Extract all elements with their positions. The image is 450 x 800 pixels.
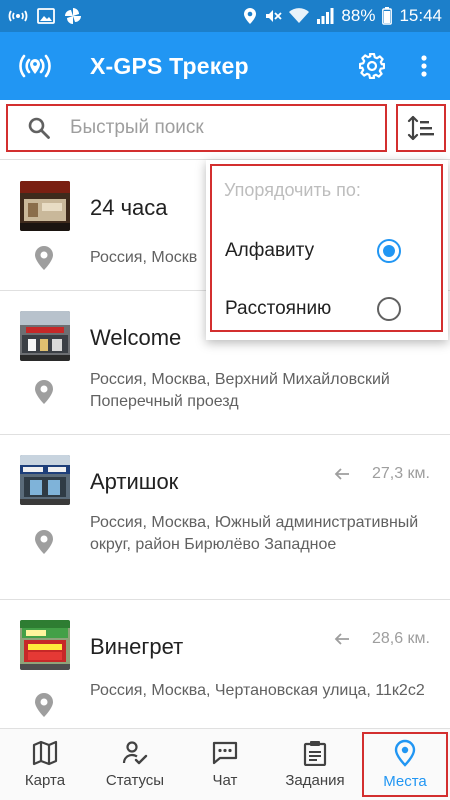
distance-value: 27,3 км. [371,465,430,482]
sort-option-label: Алфавиту [225,240,315,261]
chat-icon [212,741,238,765]
distance-readout: 27,3 км. [334,465,430,483]
status-bar: 88% 15:44 [0,0,450,32]
search-row [0,100,450,160]
pinwheel-notification-icon [64,7,82,25]
place-photo [20,620,70,670]
place-name: Винегрет [90,634,184,659]
nav-highlight [362,732,448,797]
sort-option-label: Расстоянию [225,298,332,319]
place-name: Welcome [90,325,182,350]
tasks-icon [303,741,327,766]
place-address: Россия, Москва, Чертановская улица, 11к2… [90,682,425,699]
sort-menu: Упорядочить по: Алфавиту Расстоянию [206,160,448,340]
list-item[interactable]: Винегрет 28,6 км. Россия, Москва, Чертан… [0,600,450,728]
nav-tab-statuses[interactable]: Статусы [90,729,180,800]
nav-tab-places[interactable]: Места [360,729,450,800]
place-address: Россия, Москва, Верхний Михайловский Поп… [90,371,390,410]
place-photo [20,311,70,361]
location-pin-icon [35,246,53,270]
search-icon [14,116,64,140]
list-item[interactable]: Артишок 27,3 км. Россия, Москва, Южный а… [0,435,450,600]
statuses-icon [122,741,148,765]
radio-unselected[interactable] [377,297,401,321]
nav-tab-map[interactable]: Карта [0,729,90,800]
broadcast-location-icon[interactable] [0,32,70,100]
arrow-left-icon [334,468,349,480]
place-name: 24 часа [90,195,168,220]
sort-option-alphabet[interactable]: Алфавиту [206,224,448,278]
nav-label: Задания [285,772,345,789]
place-name: Артишок [90,469,179,494]
battery-icon [382,7,393,25]
place-photo [20,455,70,505]
mute-status-icon [264,7,283,25]
place-address: Россия, Москва, Южный административный о… [90,514,419,553]
quick-search-box[interactable] [6,104,387,152]
location-pin-icon [35,530,53,554]
place-photo [20,181,70,231]
nav-label: Карта [24,772,66,789]
hotspot-status-icon [8,8,28,24]
nav-tab-tasks[interactable]: Задания [270,729,360,800]
location-pin-icon [35,693,53,717]
nav-label: Чат [212,772,238,789]
location-status-icon [243,7,257,25]
signal-status-icon [316,8,334,24]
sort-button[interactable] [396,104,446,152]
more-vertical-icon [421,55,427,77]
gear-icon [359,53,385,79]
sort-order-icon [407,115,434,141]
map-icon [32,740,58,766]
app-title: X-GPS Трекер [90,52,249,79]
location-pin-icon [35,380,53,404]
nav-tab-chat[interactable]: Чат [180,729,270,800]
quick-search-input[interactable] [64,117,385,139]
arrow-left-icon [334,633,349,645]
bottom-navigation: Карта Статусы Чат Задания Места [0,728,450,800]
wifi-status-icon [289,8,310,24]
distance-readout: 28,6 км. [334,630,430,648]
status-time: 15:44 [399,6,442,25]
sort-menu-header: Упорядочить по: [224,180,361,200]
overflow-menu-button[interactable] [398,32,450,100]
settings-button[interactable] [346,32,398,100]
app-bar: X-GPS Трекер [0,32,450,100]
distance-value: 28,6 км. [371,630,430,647]
sort-option-distance[interactable]: Расстоянию [206,282,448,336]
nav-label: Статусы [105,772,165,789]
radio-selected[interactable] [377,239,401,263]
image-notification-icon [37,8,55,24]
battery-percent: 88% [341,6,376,25]
